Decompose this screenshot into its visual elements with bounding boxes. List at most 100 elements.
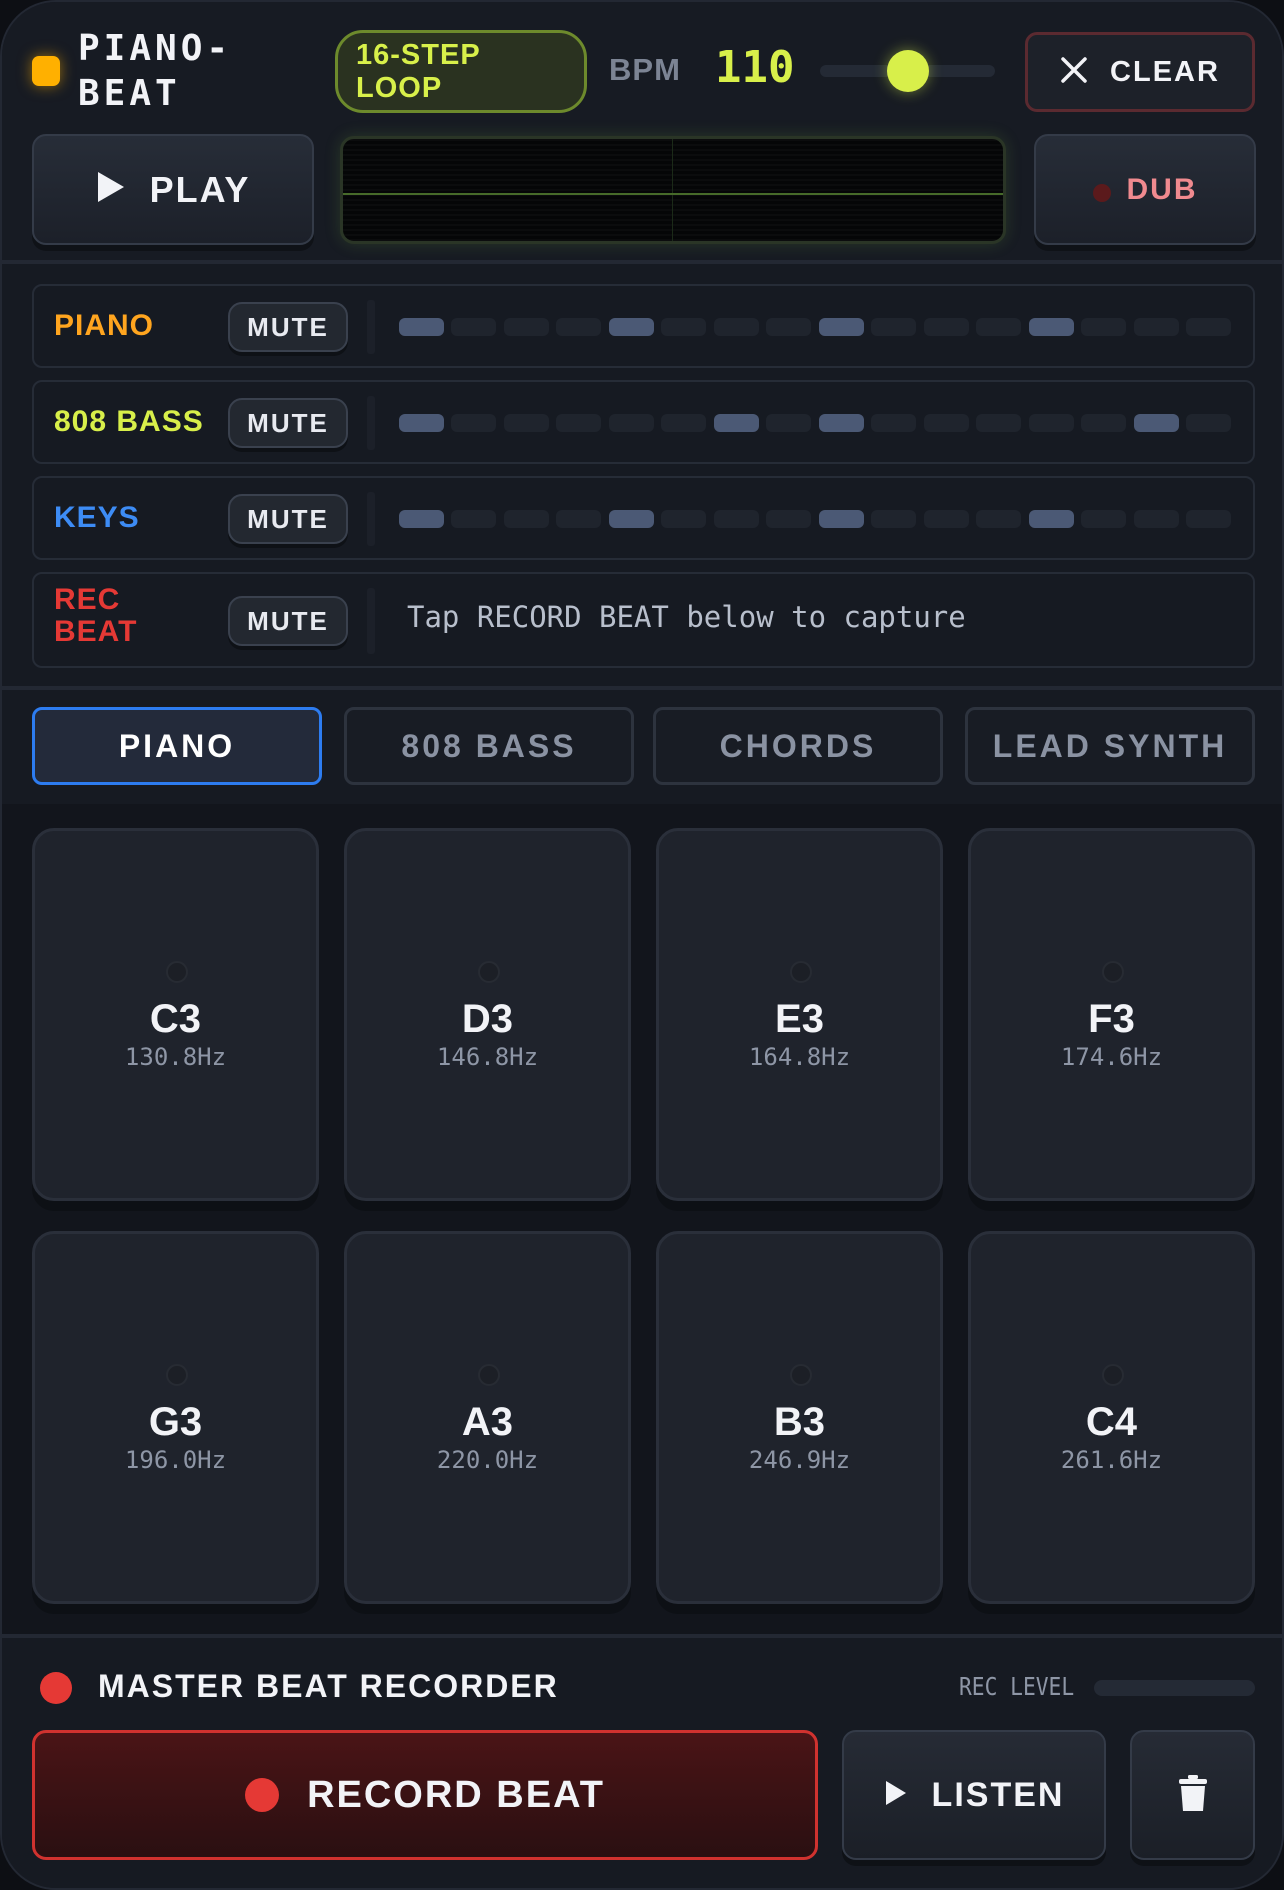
step-cell[interactable] (504, 318, 549, 336)
note-pad[interactable]: G3 196.0Hz (32, 1231, 319, 1604)
instrument-tab[interactable]: PIANO (32, 707, 322, 785)
step-cell[interactable] (976, 414, 1021, 432)
listen-button[interactable]: LISTEN (842, 1730, 1106, 1860)
step-cell[interactable] (766, 318, 811, 336)
rec-level-meter (1094, 1680, 1255, 1696)
pad-note: A3 (461, 1400, 514, 1444)
step-cell[interactable] (1186, 414, 1231, 432)
step-cell[interactable] (1029, 318, 1074, 336)
step-cell[interactable] (556, 414, 601, 432)
step-cell[interactable] (1134, 510, 1179, 528)
step-cell[interactable] (924, 510, 969, 528)
pad-note: C4 (1085, 1400, 1138, 1444)
note-pad[interactable]: B3 246.9Hz (656, 1231, 943, 1604)
step-cell[interactable] (504, 414, 549, 432)
mute-button[interactable]: MUTE (228, 494, 348, 544)
step-cell[interactable] (609, 318, 654, 336)
step-cell[interactable] (819, 318, 864, 336)
step-cell[interactable] (451, 510, 496, 528)
step-cell[interactable] (504, 510, 549, 528)
step-cell[interactable] (871, 318, 916, 336)
mute-button[interactable]: MUTE (228, 596, 348, 646)
step-cell[interactable] (609, 414, 654, 432)
mute-button[interactable]: MUTE (228, 302, 348, 352)
step-cell[interactable] (451, 414, 496, 432)
step-cell[interactable] (399, 414, 444, 432)
pad-frequency: 220.0Hz (436, 1446, 539, 1474)
step-cell[interactable] (871, 510, 916, 528)
mute-button[interactable]: MUTE (228, 398, 348, 448)
recorder-title: MASTER BEAT RECORDER (98, 1668, 559, 1704)
step-cell[interactable] (1134, 414, 1179, 432)
step-cell[interactable] (1134, 318, 1179, 336)
instrument-tab[interactable]: CHORDS (653, 707, 943, 785)
track-name: KEYS (54, 501, 140, 534)
step-cell[interactable] (556, 318, 601, 336)
instrument-tab[interactable]: LEAD SYNTH (965, 707, 1255, 785)
recorder-status-dot (40, 1672, 72, 1704)
track-separator (367, 396, 375, 450)
loop-mode-badge: 16-STEP LOOP (335, 30, 587, 113)
pad-frequency: 246.9Hz (748, 1446, 851, 1474)
pad-led-icon (1102, 1364, 1124, 1386)
step-cell[interactable] (714, 414, 759, 432)
note-pad[interactable]: C4 261.6Hz (968, 1231, 1255, 1604)
step-cell[interactable] (976, 510, 1021, 528)
record-beat-button[interactable]: RECORD BEAT (32, 1730, 818, 1860)
pad-frequency: 196.0Hz (124, 1446, 227, 1474)
track-row: REC BEAT MUTE Tap RECORD BEAT below to cap… (32, 572, 1255, 668)
dub-label: DUB (1126, 172, 1198, 206)
bpm-slider-thumb[interactable] (886, 50, 929, 92)
step-cell[interactable] (1029, 414, 1074, 432)
bpm-value: 110 (715, 42, 795, 93)
play-button[interactable]: PLAY (32, 134, 314, 245)
step-cell[interactable] (661, 510, 706, 528)
step-cell[interactable] (976, 318, 1021, 336)
step-cell[interactable] (766, 510, 811, 528)
pad-note: C3 (149, 997, 202, 1041)
dub-button[interactable]: DUB (1034, 134, 1256, 245)
rec-level-label: REC LEVEL (959, 1672, 1075, 1701)
step-cell[interactable] (819, 414, 864, 432)
step-cell[interactable] (714, 318, 759, 336)
note-pad[interactable]: A3 220.0Hz (344, 1231, 631, 1604)
step-cell[interactable] (399, 318, 444, 336)
step-cell[interactable] (609, 510, 654, 528)
step-cell[interactable] (556, 510, 601, 528)
pad-note: G3 (148, 1400, 203, 1444)
delete-recording-button[interactable] (1130, 1730, 1255, 1860)
step-cell[interactable] (399, 510, 444, 528)
step-cell[interactable] (1186, 510, 1231, 528)
clear-button[interactable]: CLEAR (1025, 32, 1255, 112)
note-pad[interactable]: F3 174.6Hz (968, 828, 1255, 1201)
play-label: PLAY (149, 168, 251, 210)
instrument-tab[interactable]: 808 BASS (344, 707, 634, 785)
note-pad[interactable]: E3 164.8Hz (656, 828, 943, 1201)
pad-note: E3 (775, 997, 824, 1041)
step-cell[interactable] (1081, 414, 1126, 432)
track-separator (367, 492, 375, 546)
step-cell[interactable] (1081, 318, 1126, 336)
step-cell[interactable] (451, 318, 496, 336)
app-window: PIANO- BEAT 16-STEP LOOP BPM 110 CLEAR P… (0, 0, 1284, 1890)
step-cell[interactable] (661, 318, 706, 336)
pad-note: B3 (773, 1400, 826, 1444)
track-row: 808 BASS MUTE (32, 380, 1255, 464)
close-icon (1060, 56, 1088, 89)
pad-led-icon (478, 1364, 500, 1386)
step-cell[interactable] (819, 510, 864, 528)
step-cell[interactable] (924, 414, 969, 432)
step-cell[interactable] (1186, 318, 1231, 336)
play-icon (884, 1779, 908, 1812)
note-pad[interactable]: C3 130.8Hz (32, 828, 319, 1201)
trash-icon (1178, 1774, 1208, 1817)
step-cell[interactable] (714, 510, 759, 528)
step-cell[interactable] (661, 414, 706, 432)
step-cell[interactable] (871, 414, 916, 432)
note-pad[interactable]: D3 146.8Hz (344, 828, 631, 1201)
step-cell[interactable] (1081, 510, 1126, 528)
step-cell[interactable] (1029, 510, 1074, 528)
pad-frequency: 164.8Hz (748, 1043, 851, 1071)
step-cell[interactable] (766, 414, 811, 432)
step-cell[interactable] (924, 318, 969, 336)
